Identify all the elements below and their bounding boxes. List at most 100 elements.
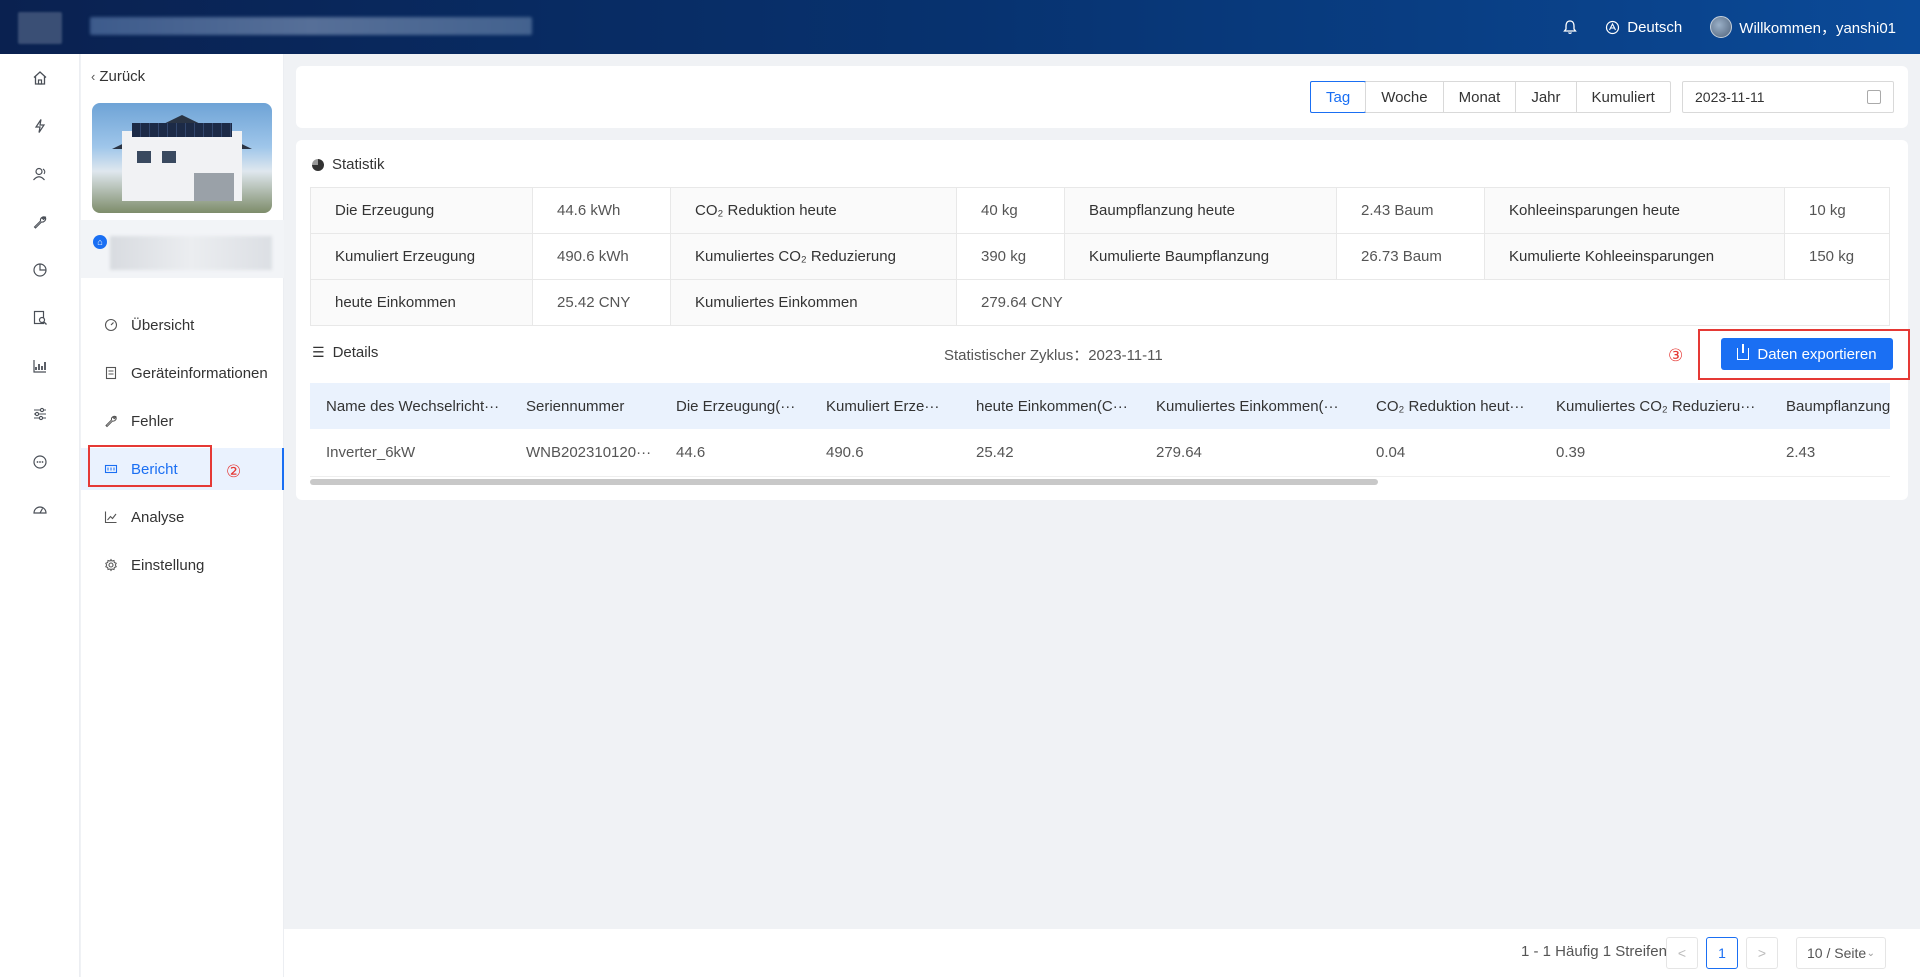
report-card: Statistik Die Erzeugung 44.6 kWh CO₂ Red… [296, 140, 1908, 500]
column-header[interactable]: Baumpflanzung [1770, 383, 1890, 429]
lightning-icon[interactable] [28, 114, 52, 138]
stat-label: Kumulierte Kohleeinsparungen [1484, 233, 1785, 280]
details-table-header: Name des Wechselricht··· Seriennummer Di… [310, 383, 1890, 429]
stat-value: 390 kg [956, 233, 1065, 280]
chevron-left-icon: ‹ [91, 69, 96, 84]
table-cell: 490.6 [826, 444, 864, 461]
period-tab-woche[interactable]: Woche [1365, 82, 1442, 112]
table-cell: 2.43 [1786, 444, 1816, 461]
stat-label: Die Erzeugung [310, 187, 533, 234]
details-table: Name des Wechselricht··· Seriennummer Di… [310, 383, 1890, 481]
details-header: ☰ Details [312, 344, 378, 361]
plant-subnav: ‹ Zurück ⌂ Übersicht Geräteinformationen… [81, 54, 284, 977]
statistik-table: Die Erzeugung 44.6 kWh CO₂ Reduktion heu… [310, 187, 1890, 326]
annotation-number-2: ② [226, 462, 242, 481]
search-report-icon[interactable] [28, 306, 52, 330]
avatar [1710, 16, 1733, 38]
stat-row: heute Einkommen 25.42 CNY Kumuliertes Ei… [310, 279, 1890, 326]
welcome-text: Willkommen，yanshi01 [1739, 19, 1896, 37]
stat-value: 25.42 CNY [532, 279, 671, 326]
stat-label: Kumuliert Erzeugung [310, 233, 533, 280]
statistical-cycle: Statistischer Zyklus：2023-11-11 [944, 344, 1163, 365]
wrench-icon[interactable] [28, 210, 52, 234]
prev-page-button[interactable]: < [1666, 937, 1698, 969]
period-tab-kumuliert[interactable]: Kumuliert [1575, 82, 1670, 112]
plant-photo [92, 103, 272, 213]
user-menu[interactable]: Willkommen，yanshi01 [1710, 16, 1896, 38]
period-segmented-control: Tag Woche Monat Jahr Kumuliert [1310, 81, 1671, 113]
language-selector[interactable]: Deutsch [1605, 19, 1682, 36]
stat-label: heute Einkommen [310, 279, 533, 326]
column-header[interactable]: Name des Wechselricht··· [310, 383, 510, 429]
column-header[interactable]: heute Einkommen(C··· [960, 383, 1140, 429]
column-header[interactable]: Die Erzeugung(··· [660, 383, 810, 429]
horizontal-scrollbar[interactable] [310, 479, 1378, 485]
subnav-item-einstellung[interactable]: Einstellung [81, 544, 284, 586]
logo [18, 12, 62, 44]
pie-chart-icon [312, 158, 324, 171]
stat-value: 26.73 Baum [1336, 233, 1485, 280]
home-icon[interactable] [28, 66, 52, 90]
table-cell: 0.39 [1556, 444, 1586, 461]
stat-value: 490.6 kWh [532, 233, 671, 280]
chat-icon[interactable] [28, 450, 52, 474]
device-icon [103, 365, 119, 381]
date-picker[interactable]: 2023-11-11 [1682, 81, 1894, 113]
subnav-item-label: Analyse [131, 508, 185, 526]
statistik-header: Statistik [312, 156, 385, 173]
table-cell: 25.42 [976, 444, 1014, 461]
wrench-icon [103, 413, 119, 429]
gear-icon [103, 557, 119, 573]
column-header[interactable]: Seriennummer [510, 383, 660, 429]
section-title: Statistik [332, 156, 385, 173]
cycle-separator: ： [1073, 347, 1089, 364]
sliders-icon[interactable] [28, 402, 52, 426]
stat-label: Kumuliertes CO₂ Reduzierung [670, 233, 957, 280]
plant-name-redacted [110, 236, 272, 270]
page-size-select[interactable]: 10 / Seite ⌄ [1796, 937, 1886, 969]
page-size-value: 10 / Seite [1807, 945, 1867, 961]
period-tab-jahr[interactable]: Jahr [1515, 82, 1575, 112]
stat-value: 10 kg [1784, 187, 1890, 234]
period-tab-tag[interactable]: Tag [1310, 81, 1367, 113]
pagination-summary: 1 - 1 Häufig 1 Streifen [1521, 943, 1667, 960]
table-cell: Inverter_6kW [326, 444, 416, 461]
stat-value: 2.43 Baum [1336, 187, 1485, 234]
back-link[interactable]: ‹ Zurück [91, 68, 145, 85]
cycle-label: Statistischer Zyklus [944, 347, 1074, 364]
stat-label: Baumpflanzung heute [1064, 187, 1337, 234]
bell-icon[interactable] [1563, 19, 1578, 35]
stat-row: Kumuliert Erzeugung 490.6 kWh Kumulierte… [310, 233, 1890, 280]
subnav-item-geraeteinformationen[interactable]: Geräteinformationen [81, 352, 284, 394]
next-page-button[interactable]: > [1746, 937, 1778, 969]
bar-chart-icon[interactable] [28, 354, 52, 378]
page-button[interactable]: 1 [1706, 937, 1738, 969]
language-label: Deutsch [1627, 18, 1683, 36]
subnav-item-fehler[interactable]: Fehler [81, 400, 284, 442]
users-icon[interactable] [28, 162, 52, 186]
icon-rail [0, 54, 80, 977]
subnav-item-label: Einstellung [131, 556, 205, 574]
top-bar: Deutsch Willkommen，yanshi01 [0, 0, 1920, 54]
column-header[interactable]: Kumuliert Erze··· [810, 383, 960, 429]
stat-label: Kumuliertes Einkommen [670, 279, 957, 326]
stat-label: Kohleeinsparungen heute [1484, 187, 1785, 234]
list-icon: ☰ [312, 344, 325, 360]
table-cell: 44.6 [676, 444, 706, 461]
back-label: Zurück [99, 68, 146, 85]
language-icon [1606, 20, 1620, 34]
stat-label: Kumulierte Baumpflanzung [1064, 233, 1337, 280]
column-header[interactable]: Kumuliertes CO₂ Reduzieru··· [1540, 383, 1770, 429]
gauge-icon[interactable] [28, 498, 52, 522]
pie-chart-icon[interactable] [28, 258, 52, 282]
period-tab-monat[interactable]: Monat [1442, 82, 1516, 112]
subnav-item-uebersicht[interactable]: Übersicht [81, 304, 284, 346]
chevron-down-icon: ⌄ [1866, 947, 1875, 959]
stat-label: CO₂ Reduktion heute [670, 187, 957, 234]
column-header[interactable]: Kumuliertes Einkommen(··· [1140, 383, 1360, 429]
subnav-item-analyse[interactable]: Analyse [81, 496, 284, 538]
subnav-item-label: Fehler [131, 412, 174, 430]
pagination-bar: 1 - 1 Häufig 1 Streifen < 1 > 10 / Seite… [284, 929, 1920, 977]
column-header[interactable]: CO₂ Reduktion heut··· [1360, 383, 1540, 429]
table-row: Inverter_6kW WNB202310120··· 44.6 490.6 … [310, 429, 1890, 477]
